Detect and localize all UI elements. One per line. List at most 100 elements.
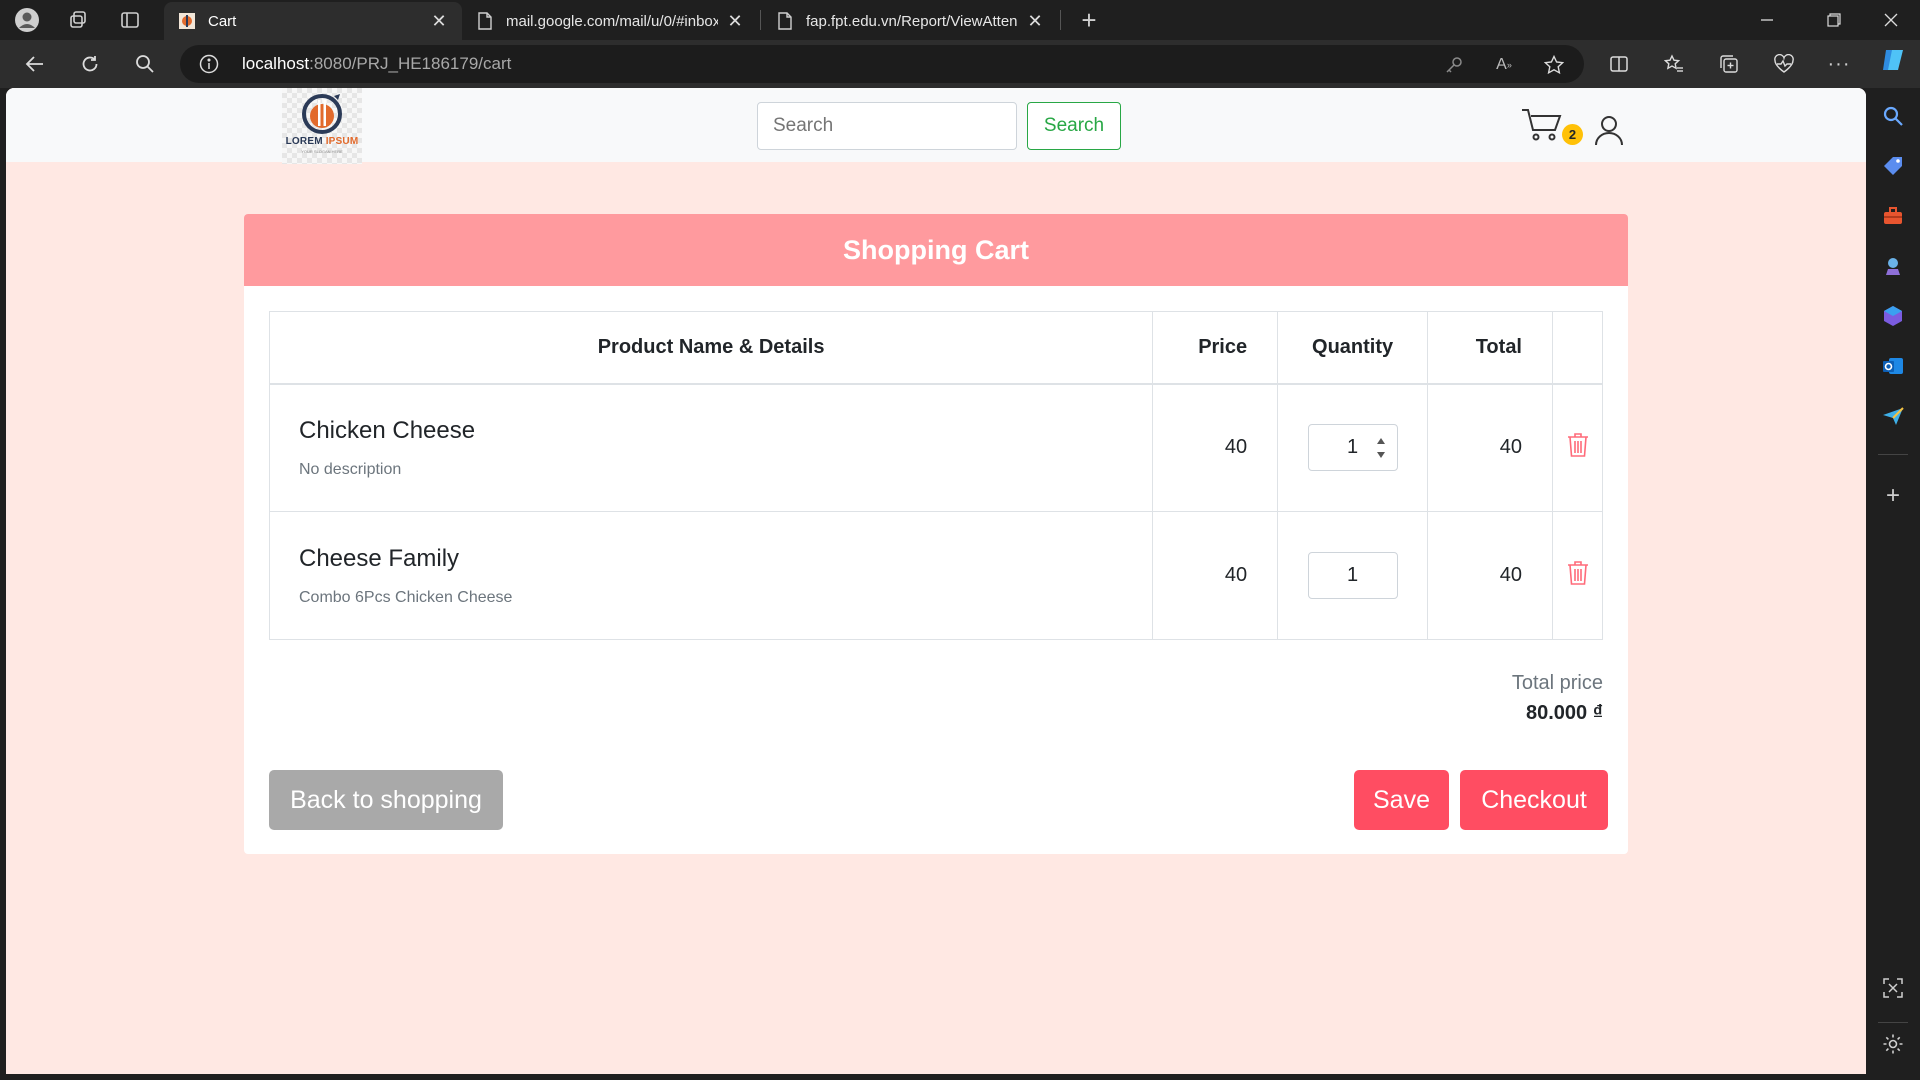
logo-text: LOREM IPSUM (282, 136, 362, 147)
product-description: No description (299, 460, 402, 478)
search-icon[interactable] (130, 50, 160, 78)
column-header-total: Total (1427, 311, 1553, 384)
logo-word-1: LOREM (285, 136, 323, 147)
close-icon[interactable]: ✕ (430, 11, 448, 32)
cart-count-badge: 2 (1562, 124, 1583, 145)
url-host: localhost (242, 54, 310, 73)
close-icon[interactable]: ✕ (1026, 11, 1044, 32)
more-options-icon[interactable]: ··· (1824, 50, 1854, 78)
restore-icon[interactable] (1819, 6, 1849, 34)
logo-emblem-icon (302, 94, 342, 134)
read-aloud-icon[interactable]: A» (1492, 53, 1516, 77)
save-button[interactable]: Save (1354, 770, 1449, 830)
product-name: Cheese Family (299, 544, 460, 572)
sidebar-search-icon[interactable] (1879, 102, 1907, 130)
tab-title: Cart (208, 12, 237, 30)
refresh-icon[interactable] (75, 50, 105, 78)
settings-gear-icon[interactable] (1879, 1030, 1907, 1058)
column-header-product: Product Name & Details (268, 311, 1154, 384)
column-header-actions (1552, 311, 1603, 384)
cart-title: Shopping Cart (244, 214, 1628, 286)
quantity-stepper[interactable]: 1 (1307, 424, 1398, 472)
tab-title: mail.google.com/mail/u/0/#inbox (506, 12, 718, 30)
search-input[interactable] (757, 102, 1017, 150)
page-icon (476, 12, 494, 30)
favorites-icon[interactable] (1659, 50, 1689, 78)
table-row: Chicken Cheese No description 40 1 40 (268, 383, 1603, 512)
product-total: 40 (1427, 511, 1553, 640)
cart-favicon-icon (178, 12, 196, 30)
back-to-shopping-button[interactable]: Back to shopping (269, 770, 503, 830)
outlook-icon[interactable] (1879, 352, 1907, 380)
back-icon[interactable] (20, 50, 50, 78)
tools-icon[interactable] (1879, 202, 1907, 230)
tab-gmail[interactable]: mail.google.com/mail/u/0/#inbox ✕ (462, 2, 758, 40)
browser-toolbar: localhost:8080/PRJ_HE186179/cart A» ··· (0, 40, 1920, 88)
add-icon[interactable]: + (1879, 482, 1907, 510)
shopping-tag-icon[interactable] (1879, 152, 1907, 180)
new-tab-icon[interactable]: + (1074, 5, 1104, 35)
shopping-cart-card: Shopping Cart Product Name & Details Pri… (244, 214, 1628, 854)
table-row: Cheese Family Combo 6Pcs Chicken Cheese … (268, 511, 1603, 640)
site-navbar: LOREM IPSUM YOUR SLOGAN HERE Search 2 (6, 88, 1866, 164)
total-price-label: Total price (1511, 672, 1603, 694)
minimize-icon[interactable] (1752, 6, 1782, 34)
cart-icon[interactable] (1520, 106, 1562, 142)
browser-essentials-icon[interactable] (1769, 50, 1799, 78)
key-icon[interactable] (1442, 53, 1466, 77)
profile-icon[interactable] (12, 6, 42, 34)
cart-table: Product Name & Details Price Quantity To… (268, 311, 1603, 640)
close-icon[interactable]: ✕ (726, 11, 744, 32)
site-logo[interactable]: LOREM IPSUM YOUR SLOGAN HERE (282, 88, 362, 164)
address-bar[interactable]: localhost:8080/PRJ_HE186179/cart A» (180, 45, 1584, 83)
info-icon[interactable] (198, 53, 220, 75)
product-name: Chicken Cheese (299, 416, 476, 444)
tab-separator (760, 10, 761, 30)
send-icon[interactable] (1879, 402, 1907, 430)
delete-cell (1552, 511, 1603, 640)
tab-actions-icon[interactable] (116, 6, 144, 34)
url-text: localhost:8080/PRJ_HE186179/cart (242, 54, 511, 74)
tab-title: fap.fpt.edu.vn/Report/ViewAttendance (806, 12, 1018, 30)
microsoft-365-icon[interactable] (1879, 302, 1907, 330)
search-button[interactable]: Search (1027, 102, 1121, 150)
screenshot-icon[interactable] (1879, 974, 1907, 1002)
sidebar-divider (1878, 454, 1908, 455)
column-header-price: Price (1152, 311, 1279, 384)
tab-fap[interactable]: fap.fpt.edu.vn/Report/ViewAttendance ✕ (762, 2, 1058, 40)
copilot-icon[interactable] (1879, 46, 1907, 74)
quantity-stepper[interactable]: 1 (1307, 552, 1398, 599)
logo-word-2: IPSUM (325, 136, 359, 147)
table-header-row: Product Name & Details Price Quantity To… (268, 311, 1603, 384)
quantity-cell: 1 (1277, 383, 1429, 512)
url-path: :8080/PRJ_HE186179/cart (309, 54, 512, 73)
trash-icon[interactable] (1567, 560, 1589, 586)
column-header-quantity: Quantity (1277, 311, 1429, 384)
window-close-icon[interactable] (1876, 6, 1906, 34)
product-price: 40 (1152, 383, 1279, 512)
product-total: 40 (1427, 383, 1553, 512)
quantity-value: 1 (1347, 436, 1359, 459)
delete-cell (1552, 383, 1603, 512)
checkout-button[interactable]: Checkout (1460, 770, 1608, 830)
tab-cart[interactable]: Cart ✕ (164, 2, 462, 40)
favorite-star-icon[interactable] (1542, 53, 1566, 77)
games-icon[interactable] (1879, 252, 1907, 280)
spinner-arrows-icon[interactable] (1375, 433, 1387, 463)
tab-separator (1060, 10, 1061, 30)
collections-icon[interactable] (1714, 50, 1744, 78)
page-viewport: LOREM IPSUM YOUR SLOGAN HERE Search 2 Sh… (6, 88, 1866, 1074)
product-cell: Chicken Cheese No description (268, 383, 1154, 512)
user-icon[interactable] (1594, 114, 1624, 146)
quantity-value: 1 (1347, 564, 1359, 586)
split-screen-icon[interactable] (1604, 50, 1634, 78)
total-price-value: 80.000 ₫ (1526, 702, 1603, 724)
product-cell: Cheese Family Combo 6Pcs Chicken Cheese (268, 511, 1154, 640)
page-icon (776, 12, 794, 30)
browser-tab-bar: Cart ✕ mail.google.com/mail/u/0/#inbox ✕… (0, 0, 1920, 40)
sidebar-divider (1878, 1022, 1908, 1023)
product-price: 40 (1152, 511, 1279, 640)
quantity-cell: 1 (1277, 511, 1429, 640)
workspaces-icon[interactable] (64, 6, 92, 34)
trash-icon[interactable] (1567, 432, 1589, 458)
